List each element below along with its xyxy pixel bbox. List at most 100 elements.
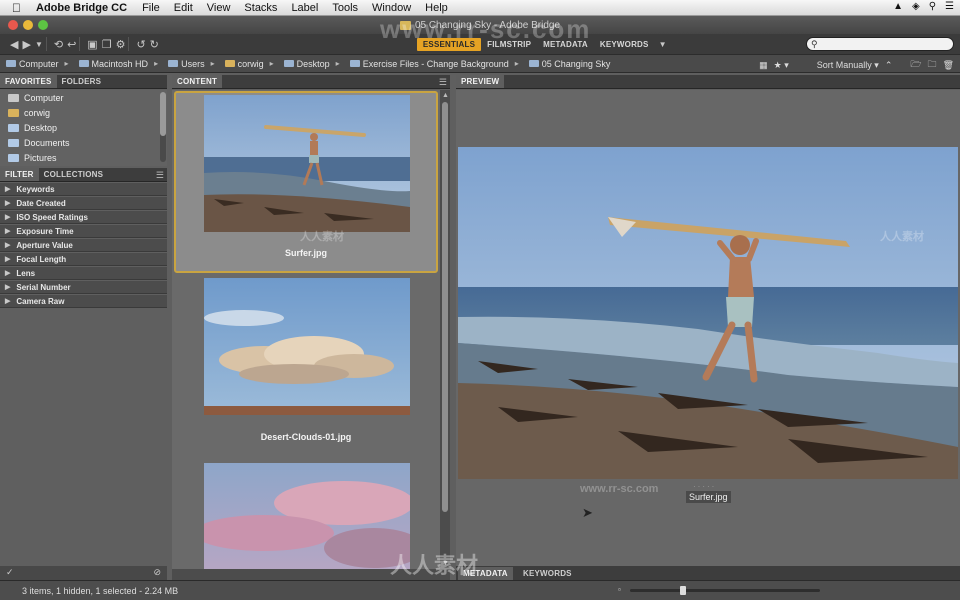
search-field[interactable]: ⚲ xyxy=(806,37,954,51)
search-icon: ⚲ xyxy=(811,38,818,49)
tab-preview[interactable]: PREVIEW xyxy=(456,75,505,88)
favorite-item-computer[interactable]: Computer xyxy=(0,90,167,105)
breadcrumb-corwig[interactable]: corwig ▸ xyxy=(219,59,274,69)
breadcrumb-exercise-files[interactable]: Exercise Files - Change Background ▸ xyxy=(344,59,519,69)
zoom-out-icon[interactable]: ▫ xyxy=(618,585,621,594)
list-icon[interactable]: ☰ xyxy=(945,1,954,12)
chevron-right-icon: ▸ xyxy=(154,59,159,68)
creative-cloud-icon[interactable]: ▲ xyxy=(893,1,903,12)
workspace-menu-icon[interactable]: ▼ xyxy=(659,36,667,52)
filter-camera-raw[interactable]: ▶ Camera Raw xyxy=(0,295,167,308)
favorite-item-pictures[interactable]: Pictures xyxy=(0,150,167,165)
filter-label: Camera Raw xyxy=(16,296,65,306)
reveal-recent-icon[interactable]: ↩ xyxy=(67,36,76,52)
divider xyxy=(45,37,47,51)
favorite-label: corwig xyxy=(24,107,51,118)
filter-iso-speed[interactable]: ▶ ISO Speed Ratings xyxy=(0,211,167,224)
tab-filter[interactable]: FILTER xyxy=(0,168,39,181)
tab-content[interactable]: CONTENT xyxy=(172,75,223,88)
tab-keywords[interactable]: KEYWORDS xyxy=(518,567,577,580)
sort-dropdown[interactable]: Sort Manually ▾ xyxy=(817,60,879,71)
favorite-item-corwig[interactable]: corwig xyxy=(0,105,167,120)
spotlight-icon[interactable]: ⚲ xyxy=(929,1,936,12)
filter-keywords[interactable]: ▶ Keywords xyxy=(0,183,167,196)
scroll-up-icon[interactable]: ▲ xyxy=(442,92,449,99)
wifi-icon[interactable]: ◈ xyxy=(912,1,920,12)
thumbnail-caption: Desert-Clouds-01.jpg xyxy=(260,432,352,442)
folder-icon xyxy=(349,60,360,67)
apple-icon[interactable]:  xyxy=(0,1,28,15)
menu-view[interactable]: View xyxy=(200,2,238,14)
filter-date-created[interactable]: ▶ Date Created xyxy=(0,197,167,210)
menu-label[interactable]: Label xyxy=(284,2,325,14)
chevron-right-icon: ▸ xyxy=(269,59,274,68)
refine-icon[interactable]: ❐ xyxy=(102,36,112,52)
menu-window[interactable]: Window xyxy=(365,2,418,14)
disclosure-triangle-icon: ▶ xyxy=(5,298,11,305)
go-to-parent-icon[interactable]: ⟲ xyxy=(54,36,63,52)
filter-aperture-value[interactable]: ▶ Aperture Value xyxy=(0,239,167,252)
content-scrollbar[interactable]: ▲ ▼ xyxy=(440,90,450,569)
thumbnail-image-desert-clouds xyxy=(204,278,410,415)
folder-icon xyxy=(8,153,19,162)
rotate-right-icon[interactable]: ↻ xyxy=(150,36,159,52)
slider-knob[interactable] xyxy=(680,586,687,595)
history-dropdown-icon[interactable]: ▼ xyxy=(35,36,43,52)
scrollbar-thumb[interactable] xyxy=(442,102,448,512)
menu-file[interactable]: File xyxy=(135,2,167,14)
breadcrumb-label: Users xyxy=(181,58,205,69)
filter-serial-number[interactable]: ▶ Serial Number xyxy=(0,281,167,294)
breadcrumb-computer[interactable]: Computer ▸ xyxy=(0,59,69,69)
filter-focal-length[interactable]: ▶ Focal Length xyxy=(0,253,167,266)
breadcrumb-desktop[interactable]: Desktop ▸ xyxy=(278,59,340,69)
back-button[interactable]: ◀ xyxy=(10,36,18,52)
panel-menu-icon[interactable]: ☰ xyxy=(156,170,164,181)
favorite-item-documents[interactable]: Documents xyxy=(0,135,167,150)
home-icon xyxy=(8,108,19,117)
tab-favorites[interactable]: FAVORITES xyxy=(0,75,57,88)
preview-caption: Surfer.jpg xyxy=(686,491,731,503)
trash-icon[interactable]: 🗑 xyxy=(943,60,954,71)
favorite-item-desktop[interactable]: Desktop xyxy=(0,120,167,135)
thumbnail-item[interactable]: Desert-Clouds-01.jpg xyxy=(174,276,438,456)
disclosure-triangle-icon: ▶ xyxy=(5,242,11,249)
quality-options-icon[interactable]: ▦ xyxy=(759,60,768,71)
menu-edit[interactable]: Edit xyxy=(167,2,200,14)
menu-help[interactable]: Help xyxy=(418,2,455,14)
thumbnail-size-slider[interactable] xyxy=(630,586,820,595)
thumbnail-item[interactable]: Surfer.jpg xyxy=(174,91,438,273)
filter-lens[interactable]: ▶ Lens xyxy=(0,267,167,280)
rotate-left-icon[interactable]: ↺ xyxy=(136,36,145,52)
scrollbar-thumb[interactable] xyxy=(160,92,166,136)
filter-exposure-time[interactable]: ▶ Exposure Time xyxy=(0,225,167,238)
camera-import-icon[interactable]: ▣ xyxy=(87,36,97,52)
tab-collections[interactable]: COLLECTIONS xyxy=(39,168,109,181)
open-recent-icon[interactable]: 🗁 xyxy=(910,57,921,73)
forward-button[interactable]: ▶ xyxy=(22,36,30,52)
disclosure-triangle-icon: ▶ xyxy=(5,228,11,235)
workspace-keywords-tab[interactable]: KEYWORDS xyxy=(594,38,655,51)
menu-tools[interactable]: Tools xyxy=(325,2,365,14)
thumbnail-caption: Surfer.jpg xyxy=(284,248,327,258)
close-window-button[interactable] xyxy=(8,20,18,30)
tab-folders[interactable]: FOLDERS xyxy=(57,75,107,88)
panel-menu-icon[interactable]: ☰ xyxy=(439,77,447,88)
filter-label: Focal Length xyxy=(16,254,67,264)
breadcrumb-macintosh-hd[interactable]: Macintosh HD ▸ xyxy=(73,59,159,69)
zoom-window-button[interactable] xyxy=(38,20,48,30)
thumbnail-image-surfer xyxy=(204,95,410,232)
favorites-scrollbar[interactable] xyxy=(160,92,166,162)
new-folder-icon[interactable]: 🗀 xyxy=(928,57,937,73)
metadata-panel-tabs: METADATA KEYWORDS xyxy=(456,566,960,580)
open-in-camera-raw-icon[interactable]: ⚙ xyxy=(116,36,126,52)
breadcrumb-users[interactable]: Users ▸ xyxy=(162,59,215,69)
app-menu[interactable]: Adobe Bridge CC xyxy=(28,2,135,14)
clear-filter-icon[interactable]: ⊘ xyxy=(153,567,161,578)
minimize-window-button[interactable] xyxy=(23,20,33,30)
keep-filter-pin-icon[interactable]: ✓ xyxy=(6,567,14,578)
filter-rating-icon[interactable]: ★ ▾ xyxy=(774,60,789,71)
sort-ascending-icon[interactable]: ⌃ xyxy=(885,60,893,71)
breadcrumb-05-changing-sky[interactable]: 05 Changing Sky xyxy=(523,59,610,69)
menu-stacks[interactable]: Stacks xyxy=(237,2,284,14)
filter-label: Date Created xyxy=(16,198,66,208)
